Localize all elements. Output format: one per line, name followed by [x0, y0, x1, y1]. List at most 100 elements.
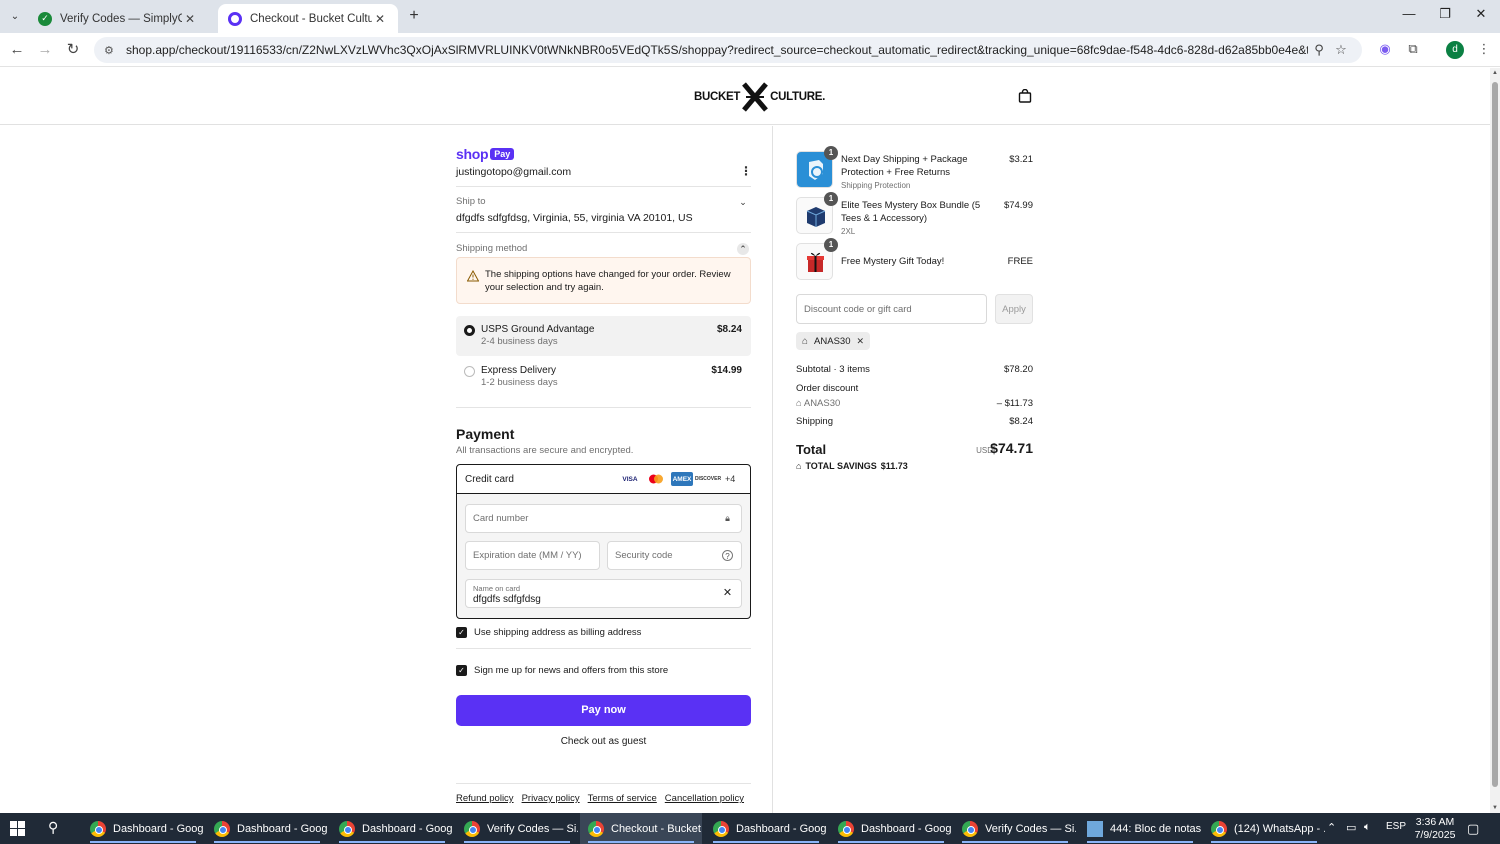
taskbar-item[interactable]: (124) WhatsApp - ... — [1203, 813, 1325, 844]
shipping-option-price: $14.99 — [711, 365, 742, 376]
tab-list-chevron-icon[interactable]: ⌄ — [4, 6, 26, 26]
scrollbar-thumb[interactable] — [1492, 82, 1498, 787]
billing-checkbox-label: Use shipping address as billing address — [474, 627, 642, 638]
taskbar-item[interactable]: Verify Codes — Si... — [954, 813, 1076, 844]
close-window-icon[interactable]: ✕ — [1466, 6, 1496, 22]
chevron-up-icon[interactable]: ⌃ — [737, 243, 749, 255]
shipping-option-express[interactable]: Express Delivery 1-2 business days $14.9… — [456, 357, 751, 397]
notification-center-icon[interactable]: ▢ — [1467, 821, 1479, 837]
restore-window-icon[interactable]: ❐ — [1430, 6, 1460, 22]
item-price: $74.99 — [1003, 200, 1033, 211]
apply-discount-button[interactable]: Apply — [995, 294, 1033, 324]
taskbar-item[interactable]: Dashboard - Googl... — [705, 813, 827, 844]
help-question-icon[interactable]: ? — [722, 550, 733, 561]
quantity-badge: 1 — [824, 146, 838, 160]
url-text: shop.app/checkout/19116533/cn/Z2NwLXVzLW… — [126, 43, 1308, 57]
discount-amount: – $11.73 — [996, 398, 1033, 409]
divider — [456, 186, 751, 187]
radio-selected[interactable] — [464, 325, 475, 336]
zoom-icon[interactable]: ⚲ — [1308, 42, 1330, 58]
pay-now-button[interactable]: Pay now — [456, 695, 751, 726]
browser-tab-checkout[interactable]: Checkout - Bucket Culture ✕ — [218, 4, 398, 33]
credit-card-header[interactable]: Credit card VISA AMEX DISCOVER +4 — [457, 465, 750, 494]
browser-tab-simplycodes[interactable]: ✓ Verify Codes — SimplyCodes ✕ — [28, 4, 208, 33]
card-brand-logos: VISA AMEX DISCOVER +4 — [619, 472, 735, 486]
mastercard-icon — [645, 472, 667, 486]
reload-icon[interactable]: ↻ — [62, 40, 84, 60]
close-tab-icon[interactable]: ✕ — [372, 12, 388, 26]
ship-to-address[interactable]: dfgdfs sdfgfdsg, Virginia, 55, virginia … — [456, 212, 693, 224]
scroll-up-arrow-icon[interactable]: ▲ — [1491, 70, 1499, 76]
profile-avatar[interactable]: d — [1446, 41, 1464, 59]
name-on-card-field[interactable]: Name on card dfgdfs sdfgfdsg ✕ — [465, 579, 742, 608]
taskbar-clock[interactable]: 3:36 AM 7/9/2025 — [1410, 816, 1460, 842]
visa-icon: VISA — [619, 472, 641, 486]
taskbar-item-underline — [1211, 841, 1317, 843]
privacy-policy-link[interactable]: Privacy policy — [522, 793, 580, 804]
minimize-window-icon[interactable]: — — [1394, 6, 1424, 21]
credit-card-section: Credit card VISA AMEX DISCOVER +4 Card n… — [456, 464, 751, 619]
checkbox-checked[interactable]: ✓ — [456, 627, 467, 638]
chevron-down-icon[interactable]: ⌄ — [737, 196, 749, 208]
taskbar-item-active[interactable]: Checkout - Bucket ... — [580, 813, 702, 844]
taskbar-item[interactable]: 444: Bloc de notas — [1079, 813, 1201, 844]
more-options-icon[interactable]: ⋮ — [740, 164, 752, 178]
item-price: FREE — [1007, 256, 1033, 267]
remove-discount-x-icon[interactable]: ✕ — [856, 336, 864, 347]
close-tab-icon[interactable]: ✕ — [182, 12, 198, 26]
discount-code-name: ANAS30 — [803, 398, 841, 409]
taskbar-item[interactable]: Dashboard - Googl... — [331, 813, 453, 844]
billing-address-checkbox-row[interactable]: ✓ Use shipping address as billing addres… — [456, 627, 641, 638]
refund-policy-link[interactable]: Refund policy — [456, 793, 514, 804]
discount-code-input[interactable]: Discount code or gift card — [796, 294, 987, 324]
newsletter-checkbox-row[interactable]: ✓ Sign me up for news and offers from th… — [456, 665, 668, 676]
site-settings-icon[interactable]: ⚙ — [104, 44, 118, 57]
checkbox-checked[interactable]: ✓ — [456, 665, 467, 676]
forward-arrow-icon[interactable]: → — [34, 40, 56, 60]
chrome-icon — [1211, 820, 1227, 837]
expiration-date-field[interactable]: Expiration date (MM / YY) — [465, 541, 600, 570]
policy-links: Refund policy Privacy policy Terms of se… — [456, 793, 744, 804]
subtotal-label: Subtotal · 3 items — [796, 364, 870, 375]
taskbar-search-icon[interactable]: ⚲ — [48, 819, 66, 837]
quantity-badge: 1 — [824, 192, 838, 206]
extensions-puzzle-icon[interactable]: ⧉ — [1403, 41, 1423, 59]
bookmark-star-icon[interactable]: ☆ — [1330, 42, 1352, 58]
card-number-field[interactable]: Card number 🔒︎ — [465, 504, 742, 533]
windows-start-icon[interactable] — [10, 821, 25, 836]
network-icon[interactable]: ▭ — [1346, 821, 1356, 834]
language-indicator[interactable]: ESP — [1386, 821, 1406, 832]
savings-label: TOTAL SAVINGS — [805, 461, 877, 471]
shipping-option-usps[interactable]: USPS Ground Advantage 2-4 business days … — [456, 316, 751, 356]
back-arrow-icon[interactable]: ← — [6, 40, 28, 60]
amex-icon: AMEX — [671, 472, 693, 486]
new-tab-plus-icon[interactable]: + — [404, 6, 424, 26]
extension-icon[interactable]: ◉ — [1375, 41, 1395, 59]
shopping-bag-icon[interactable] — [1018, 89, 1032, 103]
checkout-as-guest-link[interactable]: Check out as guest — [456, 736, 751, 747]
chrome-icon — [588, 820, 604, 837]
taskbar-item[interactable]: Dashboard - Googl... — [82, 813, 204, 844]
bucket-culture-logo[interactable]: BUCKET CULTURE. — [694, 82, 825, 112]
terms-of-service-link[interactable]: Terms of service — [588, 793, 657, 804]
taskbar-item[interactable]: Dashboard - Googl... — [830, 813, 952, 844]
taskbar-item[interactable]: Dashboard - Googl... — [206, 813, 328, 844]
page-scrollbar[interactable]: ▲ ▼ — [1490, 68, 1500, 813]
taskbar-item-underline — [962, 841, 1068, 843]
security-code-field[interactable]: Security code ? — [607, 541, 742, 570]
cancellation-policy-link[interactable]: Cancellation policy — [665, 793, 744, 804]
address-bar[interactable]: ⚙ shop.app/checkout/19116533/cn/Z2NwLXVz… — [94, 37, 1362, 63]
more-cards-count: +4 — [725, 474, 736, 484]
tab-title: Verify Codes — SimplyCodes — [60, 12, 182, 25]
scroll-down-arrow-icon[interactable]: ▼ — [1491, 805, 1499, 811]
item-variant: Shipping Protection — [841, 181, 911, 190]
clear-x-icon[interactable]: ✕ — [722, 588, 733, 599]
radio-unselected[interactable] — [464, 366, 475, 377]
tray-chevron-up-icon[interactable]: ⌃ — [1327, 821, 1336, 834]
taskbar-item-label: Dashboard - Googl... — [113, 822, 204, 835]
volume-icon[interactable]: 🔈︎ — [1364, 821, 1371, 834]
chrome-icon — [962, 820, 978, 837]
name-on-card-label: Name on card — [473, 584, 521, 593]
taskbar-item[interactable]: Verify Codes — Si... — [456, 813, 578, 844]
browser-menu-icon[interactable]: ⋮ — [1474, 41, 1494, 59]
